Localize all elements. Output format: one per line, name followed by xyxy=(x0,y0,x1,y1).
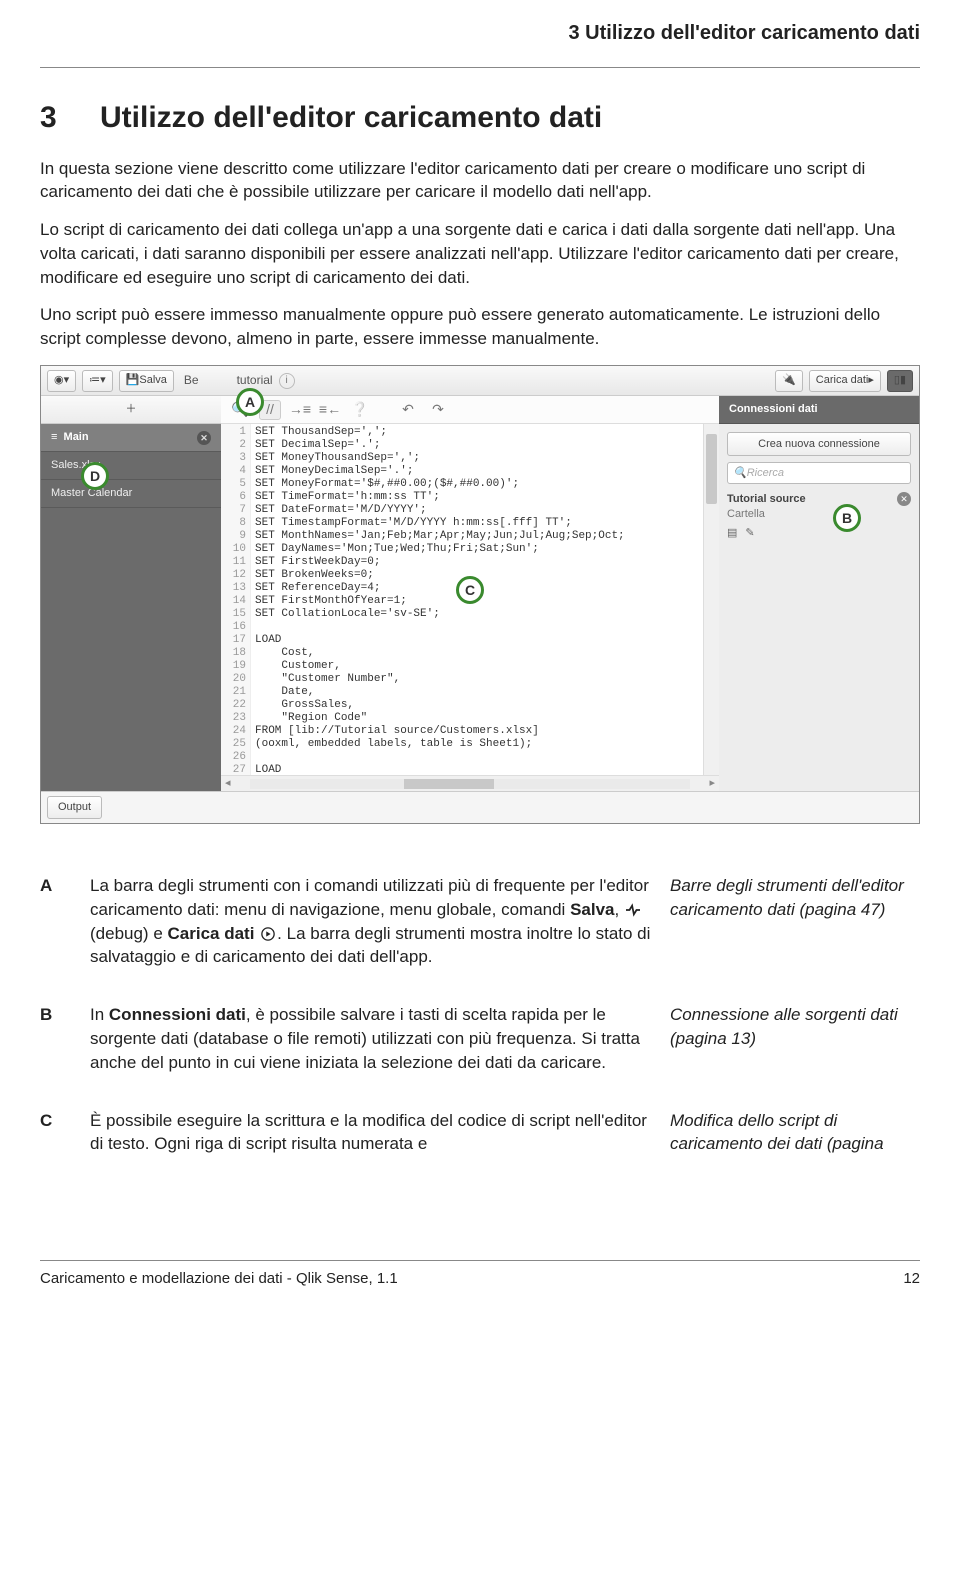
save-label: Salva xyxy=(139,373,167,388)
intro-para-3: Uno script può essere immesso manualment… xyxy=(40,303,920,351)
close-icon[interactable]: ✕ xyxy=(197,431,211,445)
section-calendar[interactable]: Master Calendar xyxy=(41,480,221,508)
legend-text-c: È possibile eseguire la scrittura e la m… xyxy=(90,1099,670,1181)
load-data-label: Carica dati xyxy=(816,373,869,388)
search-placeholder: Ricerca xyxy=(747,466,784,481)
intro-para-1: In questa sezione viene descritto come u… xyxy=(40,157,920,205)
footer-page-number: 12 xyxy=(903,1269,920,1289)
page-footer: Caricamento e modellazione dei dati - Ql… xyxy=(40,1260,920,1289)
output-bar: Output xyxy=(41,791,919,823)
load-data-button[interactable]: Carica dati ▸ xyxy=(809,370,881,392)
connection-search[interactable]: 🔍 Ricerca xyxy=(727,462,911,484)
edit-connection-icon[interactable]: ✎ xyxy=(745,526,754,541)
horizontal-scrollbar[interactable]: ◂ ▸ xyxy=(221,775,719,791)
chapter-title: Utilizzo dell'editor caricamento dati xyxy=(100,101,602,134)
redo-icon[interactable]: ↷ xyxy=(427,400,449,420)
section-main-label: Main xyxy=(64,430,89,445)
intro-para-2: Lo script di caricamento dei dati colleg… xyxy=(40,218,920,289)
legend-ref-a: Barre degli strumenti dell'editor carica… xyxy=(670,864,920,993)
select-data-icon[interactable]: ▤ xyxy=(727,526,737,541)
chapter-number: 3 xyxy=(40,98,100,139)
new-connection-button[interactable]: Crea nuova connessione xyxy=(727,432,911,456)
save-button[interactable]: 💾 Salva xyxy=(119,370,174,392)
global-menu-button[interactable]: ≔▾ xyxy=(82,370,113,392)
connection-type: Cartella xyxy=(727,507,893,522)
connection-item[interactable]: Tutorial source Cartella ✕ ▤ ✎ xyxy=(727,492,911,541)
legend-label-b: B xyxy=(40,993,90,1098)
legend-text-a: La barra degli strumenti con i comandi u… xyxy=(90,864,670,993)
connections-panel: Connessioni dati Crea nuova connessione … xyxy=(719,396,919,791)
legend-ref-c: Modifica dello script di caricamento dei… xyxy=(670,1099,920,1181)
nav-menu-button[interactable]: ◉▾ xyxy=(47,370,76,392)
undo-icon[interactable]: ↶ xyxy=(397,400,419,420)
connection-name: Tutorial source xyxy=(727,492,893,507)
app-title: tutorial xyxy=(237,372,273,388)
editor-screenshot: A B C D ◉▾ ≔▾ 💾 Salva Be tutorial i 🔌 Ca… xyxy=(40,365,920,824)
app-title-prefix: Be xyxy=(184,372,199,388)
legend-row-a: A La barra degli strumenti con i comandi… xyxy=(40,864,920,993)
panel-toggle-button[interactable]: ▯▮ xyxy=(887,370,913,392)
output-button[interactable]: Output xyxy=(47,796,102,819)
info-icon[interactable]: i xyxy=(279,373,295,389)
help-icon[interactable]: ❔ xyxy=(349,400,371,420)
debug-button[interactable]: 🔌 xyxy=(775,370,803,392)
footer-left: Caricamento e modellazione dei dati - Ql… xyxy=(40,1269,398,1289)
legend-text-b: In Connessioni dati, è possibile salvare… xyxy=(90,993,670,1098)
debug-icon xyxy=(624,903,642,917)
running-header: 3 Utilizzo dell'editor caricamento dati xyxy=(40,20,920,47)
legend-label-c: C xyxy=(40,1099,90,1181)
callout-a: A xyxy=(236,388,264,416)
legend-label-a: A xyxy=(40,864,90,993)
outdent-icon[interactable]: ≡← xyxy=(319,400,341,420)
indent-icon[interactable]: →≡ xyxy=(289,400,311,420)
editor-toolbar: 🔍 // →≡ ≡← ❔ ↶ ↷ xyxy=(221,396,719,424)
vertical-scrollbar[interactable] xyxy=(703,424,719,775)
delete-connection-icon[interactable]: ✕ xyxy=(897,492,911,506)
callout-c: C xyxy=(456,576,484,604)
header-rule xyxy=(40,67,920,68)
legend-row-c: C È possibile eseguire la scrittura e la… xyxy=(40,1099,920,1181)
chapter-heading: 3Utilizzo dell'editor caricamento dati xyxy=(40,98,920,139)
section-sales[interactable]: Sales.xlsx xyxy=(41,452,221,480)
callout-b: B xyxy=(833,504,861,532)
add-section-button[interactable]: ＋ xyxy=(41,396,221,424)
legend-row-b: B In Connessioni dati, è possibile salva… xyxy=(40,993,920,1098)
line-gutter: 1 2 3 4 5 6 7 8 9 10 11 12 13 14 15 16 1… xyxy=(221,424,251,775)
sections-panel: ＋ ≡ Main ✕ Sales.xlsx Master Calendar xyxy=(41,396,221,791)
play-icon xyxy=(259,927,277,941)
legend-ref-b: Connessione alle sorgenti dati (pagina 1… xyxy=(670,993,920,1098)
callout-d: D xyxy=(81,462,109,490)
top-toolbar: ◉▾ ≔▾ 💾 Salva Be tutorial i 🔌 Carica dat… xyxy=(41,366,919,396)
callout-legend: A La barra degli strumenti con i comandi… xyxy=(40,864,920,1180)
connections-header: Connessioni dati xyxy=(719,396,919,424)
section-main[interactable]: ≡ Main ✕ xyxy=(41,424,221,452)
